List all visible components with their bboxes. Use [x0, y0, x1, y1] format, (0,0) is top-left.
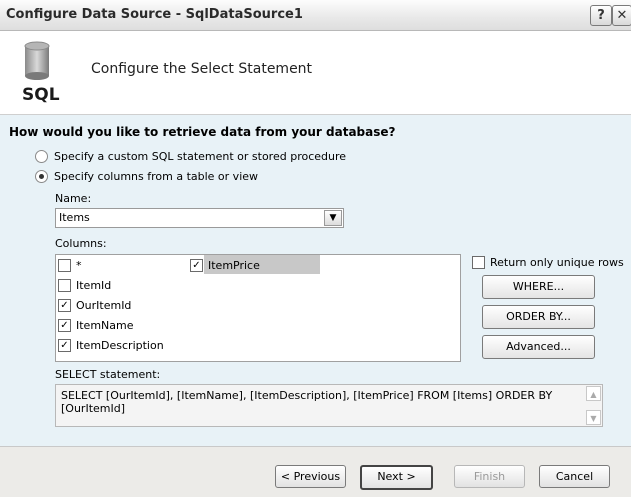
- select-statement-box[interactable]: SELECT [OurItemId], [ItemName], [ItemDes…: [55, 384, 603, 427]
- column-label: OurItemId: [76, 298, 132, 312]
- title-bar: Configure Data Source - SqlDataSource1 ?…: [0, 0, 631, 31]
- wizard-footer: < Previous Next > Finish Cancel: [0, 446, 631, 497]
- column-label: ItemName: [76, 318, 134, 332]
- scroll-up-icon[interactable]: ▲: [586, 386, 601, 401]
- column-checkbox[interactable]: [58, 298, 71, 312]
- close-button[interactable]: ✕: [612, 5, 631, 26]
- scroll-down-icon[interactable]: ▼: [586, 410, 601, 425]
- column-item[interactable]: ItemId: [58, 277, 111, 293]
- column-item[interactable]: OurItemId: [58, 297, 131, 313]
- column-label: ItemId: [76, 278, 112, 292]
- column-checkbox[interactable]: [58, 318, 71, 332]
- name-label: Name:: [55, 192, 92, 205]
- table-select[interactable]: Items ▼: [55, 208, 344, 228]
- retrieve-question: How would you like to retrieve data from…: [9, 125, 396, 139]
- column-item[interactable]: ItemName: [58, 317, 134, 333]
- custom-sql-label: Specify a custom SQL statement or stored…: [54, 149, 347, 163]
- order-by-button[interactable]: ORDER BY...: [482, 305, 595, 329]
- custom-sql-radio[interactable]: [35, 149, 48, 163]
- finish-button[interactable]: Finish: [454, 465, 525, 488]
- column-checkbox[interactable]: [58, 278, 71, 292]
- database-icon: [24, 41, 50, 80]
- select-statement-text: SELECT [OurItemId], [ItemName], [ItemDes…: [61, 389, 553, 415]
- unique-rows-checkbox[interactable]: [472, 255, 485, 269]
- select-statement-label: SELECT statement:: [55, 368, 161, 381]
- specify-columns-radio[interactable]: [35, 169, 48, 183]
- advanced-button[interactable]: Advanced...: [482, 335, 595, 359]
- chevron-down-icon[interactable]: ▼: [324, 210, 342, 226]
- columns-label: Columns:: [55, 237, 107, 250]
- column-label: ItemPrice: [208, 258, 260, 272]
- column-checkbox[interactable]: [190, 258, 203, 272]
- specify-columns-option[interactable]: Specify columns from a table or view: [35, 168, 258, 184]
- previous-button[interactable]: < Previous: [275, 465, 346, 488]
- columns-list[interactable]: * ItemPrice ItemId OurItemId ItemName It…: [55, 254, 461, 362]
- wizard-body: How would you like to retrieve data from…: [0, 115, 631, 446]
- column-label: *: [76, 258, 82, 272]
- help-button[interactable]: ?: [590, 5, 612, 26]
- specify-columns-label: Specify columns from a table or view: [54, 169, 259, 183]
- next-button[interactable]: Next >: [360, 465, 433, 490]
- unique-rows-label: Return only unique rows: [490, 255, 624, 269]
- window-title: Configure Data Source - SqlDataSource1: [6, 7, 303, 22]
- statement-scrollbar[interactable]: ▲ ▼: [586, 386, 601, 425]
- column-checkbox[interactable]: [58, 338, 71, 352]
- table-select-value: Items: [59, 211, 90, 224]
- column-item[interactable]: ItemDescription: [58, 337, 164, 353]
- column-item[interactable]: *: [58, 257, 82, 273]
- sql-icon-label: SQL: [22, 85, 60, 105]
- where-button[interactable]: WHERE...: [482, 275, 595, 299]
- cancel-button[interactable]: Cancel: [539, 465, 610, 488]
- column-label: ItemDescription: [76, 338, 164, 352]
- column-checkbox[interactable]: [58, 258, 71, 272]
- custom-sql-option[interactable]: Specify a custom SQL statement or stored…: [35, 148, 346, 164]
- unique-rows-option[interactable]: Return only unique rows: [472, 254, 624, 270]
- column-item[interactable]: ItemPrice: [190, 257, 260, 273]
- page-title: Configure the Select Statement: [91, 61, 313, 77]
- wizard-header: SQL Configure the Select Statement: [0, 31, 631, 115]
